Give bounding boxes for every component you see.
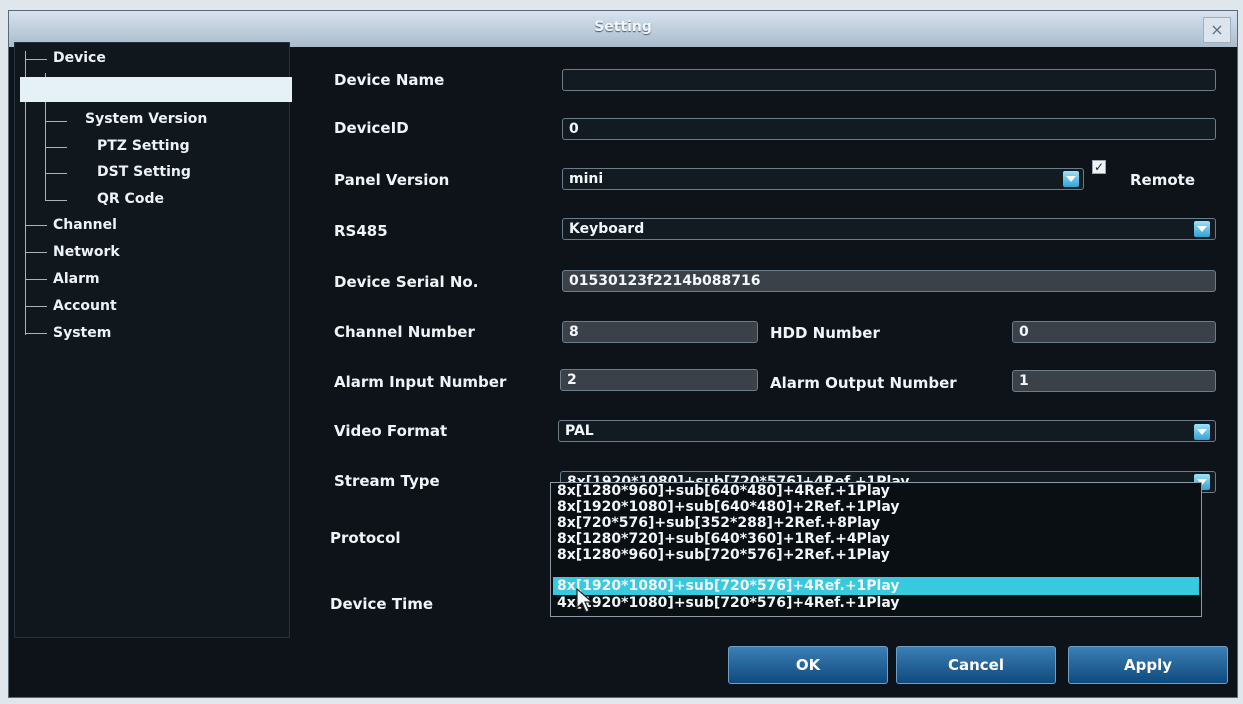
stream-option[interactable]: 8x[1280*960]+sub[640*480]+4Ref.+1Play <box>557 483 890 499</box>
device-id-field[interactable]: 0 <box>562 118 1216 140</box>
stream-option[interactable]: 8x[1920*1080]+sub[640*480]+2Ref.+1Play <box>557 499 900 515</box>
panel-version-label: Panel Version <box>334 171 450 189</box>
tree-line <box>25 59 47 60</box>
remote-label: Remote <box>1130 171 1196 189</box>
ok-button[interactable]: OK <box>728 646 888 684</box>
alarm-output-field: 1 <box>1012 370 1216 392</box>
device-name-label: Device Name <box>334 71 445 89</box>
protocol-label: Protocol <box>330 529 401 547</box>
stream-option[interactable]: 8x[1280*960]+sub[720*576]+2Ref.+1Play <box>557 547 890 563</box>
panel-version-select[interactable]: mini <box>562 168 1084 190</box>
tree-line <box>45 147 67 148</box>
tree-line <box>45 121 67 122</box>
chevron-down-icon[interactable] <box>1194 221 1210 237</box>
cancel-button[interactable]: Cancel <box>896 646 1056 684</box>
tree-item-network[interactable]: Network <box>53 244 120 260</box>
alarm-input-field: 2 <box>560 369 758 391</box>
stream-type-dropdown[interactable]: 8x[1280*960]+sub[640*480]+4Ref.+1Play 8x… <box>550 482 1202 617</box>
video-format-select[interactable]: PAL <box>558 420 1216 442</box>
serial-field: 01530123f2214b088716 <box>562 270 1216 292</box>
stream-option-highlighted[interactable]: 8x[1920*1080]+sub[720*576]+4Ref.+1Play <box>557 578 900 594</box>
tree-line <box>25 306 47 307</box>
mouse-cursor-icon <box>576 588 594 613</box>
tree-item-selected[interactable] <box>20 77 292 102</box>
chevron-down-icon[interactable] <box>1063 171 1079 187</box>
serial-label: Device Serial No. <box>334 273 479 291</box>
tree-item-ptz-setting[interactable]: PTZ Setting <box>97 138 190 154</box>
hdd-number-label: HDD Number <box>770 324 880 342</box>
tree-line <box>25 333 47 334</box>
chevron-down-icon[interactable] <box>1194 424 1210 440</box>
video-format-label: Video Format <box>334 422 448 440</box>
remote-checkbox[interactable]: ✓ <box>1092 160 1106 174</box>
tree-item-account[interactable]: Account <box>53 298 117 314</box>
tree-item-qr-code[interactable]: QR Code <box>97 191 164 207</box>
tree-line <box>25 225 47 226</box>
tree-item-alarm[interactable]: Alarm <box>53 271 100 287</box>
channel-number-label: Channel Number <box>334 323 475 341</box>
device-id-label: DeviceID <box>334 119 409 137</box>
tree-line <box>45 200 67 201</box>
tree-item-system-version[interactable]: System Version <box>85 111 207 127</box>
hdd-number-field: 0 <box>1012 321 1216 343</box>
device-time-label: Device Time <box>330 595 434 613</box>
stream-option[interactable]: 8x[1280*720]+sub[640*360]+1Ref.+4Play <box>557 531 890 547</box>
alarm-input-label: Alarm Input Number <box>334 373 507 391</box>
window-title: Setting <box>594 19 652 35</box>
tree-line <box>25 252 47 253</box>
stream-type-label: Stream Type <box>334 472 440 490</box>
stream-option[interactable]: 4x[1920*1080]+sub[720*576]+4Ref.+1Play <box>557 595 900 611</box>
close-icon[interactable]: × <box>1203 17 1231 43</box>
apply-button[interactable]: Apply <box>1068 646 1228 684</box>
tree-line <box>25 279 47 280</box>
tree-item-dst-setting[interactable]: DST Setting <box>97 164 191 180</box>
tree-item-channel[interactable]: Channel <box>53 217 117 233</box>
rs485-label: RS485 <box>334 222 388 240</box>
tree-item-device[interactable]: Device <box>53 50 106 66</box>
channel-number-field: 8 <box>562 321 758 343</box>
stream-option[interactable]: 8x[720*576]+sub[352*288]+2Ref.+8Play <box>557 515 880 531</box>
settings-tree: Device System Version PTZ Setting DST Se… <box>14 42 292 638</box>
device-name-field[interactable] <box>562 69 1216 91</box>
tree-line <box>45 173 67 174</box>
alarm-output-label: Alarm Output Number <box>770 374 957 392</box>
tree-item-system[interactable]: System <box>53 325 111 341</box>
rs485-select[interactable]: Keyboard <box>562 218 1216 240</box>
